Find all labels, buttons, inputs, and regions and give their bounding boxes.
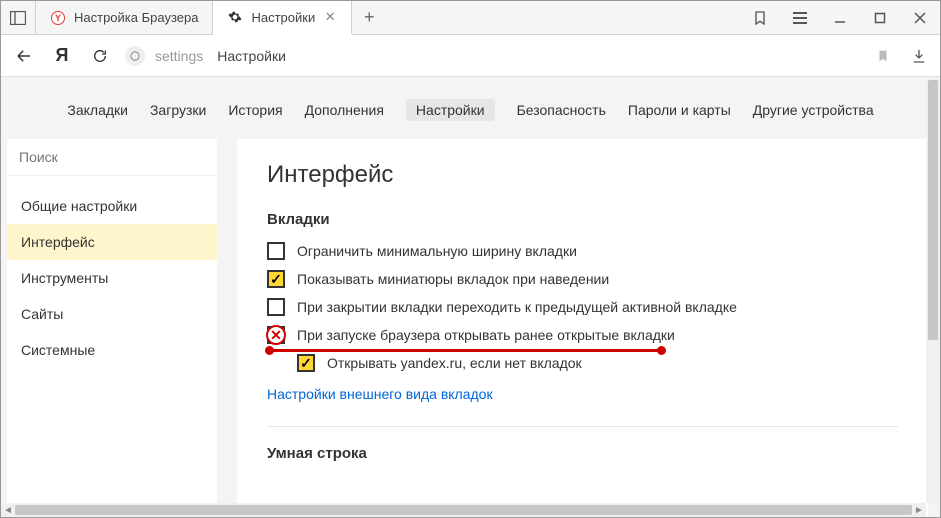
tab-label: Настройки <box>251 10 315 25</box>
maximize-button[interactable] <box>860 1 900 35</box>
menu-icon[interactable] <box>780 1 820 35</box>
sidebar-item-general[interactable]: Общие настройки <box>7 188 217 224</box>
yandex-y-icon: Y <box>50 10 66 26</box>
titlebar: Y Настройка Браузера Настройки ✕ + <box>1 1 940 35</box>
bookmark-bar-icon[interactable] <box>740 1 780 35</box>
scrollbar-thumb[interactable] <box>15 505 912 515</box>
search-input[interactable] <box>19 149 205 165</box>
sidebar-item-interface[interactable]: Интерфейс <box>7 224 217 260</box>
tab-browser-setup[interactable]: Y Настройка Браузера <box>36 1 213 34</box>
settings-sidebar: Общие настройки Интерфейс Инструменты Са… <box>7 139 217 517</box>
close-window-button[interactable] <box>900 1 940 35</box>
svg-text:Y: Y <box>55 13 61 23</box>
checkbox-label: При запуске браузера открывать ранее отк… <box>297 327 675 343</box>
settings-main: Интерфейс Вкладки Ограничить минимальную… <box>237 139 928 517</box>
downloads-icon[interactable] <box>908 45 930 67</box>
annotation-underline <box>267 349 663 352</box>
checkbox-label: Показывать миниатюры вкладок при наведен… <box>297 271 609 287</box>
url-title: Настройки <box>217 48 286 64</box>
checkbox-icon[interactable] <box>267 298 285 316</box>
tab-strip: Y Настройка Браузера Настройки ✕ + <box>36 1 740 34</box>
topnav-passwords[interactable]: Пароли и карты <box>628 99 731 121</box>
site-info-icon[interactable] <box>125 46 145 66</box>
checkbox-icon[interactable] <box>297 354 315 372</box>
topnav-settings[interactable]: Настройки <box>406 99 495 121</box>
checkbox-label: Открывать yandex.ru, если нет вкладок <box>327 355 582 371</box>
sidebar-item-sites[interactable]: Сайты <box>7 296 217 332</box>
checkbox-open-yandex[interactable]: Открывать yandex.ru, если нет вкладок <box>267 354 898 372</box>
yandex-home-icon[interactable]: Я <box>49 43 75 69</box>
page-heading: Интерфейс <box>267 161 898 189</box>
checkbox-goto-prev-tab[interactable]: При закрытии вкладки переходить к предыд… <box>267 298 898 316</box>
sidebar-search[interactable] <box>7 139 217 176</box>
tab-settings[interactable]: Настройки ✕ <box>213 1 352 35</box>
link-tab-appearance[interactable]: Настройки внешнего вида вкладок <box>267 386 898 402</box>
checkbox-icon[interactable]: ✕ <box>267 326 285 344</box>
section-tabs-title: Вкладки <box>267 211 898 228</box>
scroll-right-icon[interactable]: ► <box>912 505 926 516</box>
checkbox-label: При закрытии вкладки переходить к предыд… <box>297 299 737 315</box>
checkbox-restore-tabs[interactable]: ✕ При запуске браузера открывать ранее о… <box>267 326 898 344</box>
content-area: Закладки Загрузки История Дополнения Нас… <box>1 77 940 517</box>
scrollbar-thumb[interactable] <box>928 80 938 340</box>
checkbox-icon[interactable] <box>267 242 285 260</box>
sidebar-item-tools[interactable]: Инструменты <box>7 260 217 296</box>
url-field[interactable]: settings Настройки <box>125 46 860 66</box>
topnav-bookmarks[interactable]: Закладки <box>67 99 128 121</box>
reload-button[interactable] <box>87 43 113 69</box>
topnav-devices[interactable]: Другие устройства <box>753 99 874 121</box>
url-path: settings <box>155 48 203 64</box>
annotation-dot <box>265 346 274 355</box>
address-bar: Я settings Настройки <box>1 35 940 77</box>
annotation-dot <box>657 346 666 355</box>
divider <box>267 426 898 427</box>
new-tab-button[interactable]: + <box>352 1 386 34</box>
horizontal-scrollbar[interactable]: ◄ ► <box>1 503 926 517</box>
bookmark-page-icon[interactable] <box>872 45 894 67</box>
settings-top-nav: Закладки Загрузки История Дополнения Нас… <box>1 77 940 139</box>
topnav-security[interactable]: Безопасность <box>517 99 606 121</box>
section-smartline-title: Умная строка <box>267 445 898 462</box>
sidebar-item-system[interactable]: Системные <box>7 332 217 368</box>
scroll-left-icon[interactable]: ◄ <box>1 505 15 516</box>
sidebar-toggle-icon[interactable] <box>7 7 29 29</box>
checkbox-icon[interactable] <box>267 270 285 288</box>
close-tab-icon[interactable]: ✕ <box>323 10 337 24</box>
annotation-x-icon: ✕ <box>266 325 286 345</box>
topnav-history[interactable]: История <box>228 99 282 121</box>
back-button[interactable] <box>11 43 37 69</box>
checkbox-min-tab-width[interactable]: Ограничить минимальную ширину вкладки <box>267 242 898 260</box>
checkbox-label: Ограничить минимальную ширину вкладки <box>297 243 577 259</box>
topnav-addons[interactable]: Дополнения <box>305 99 384 121</box>
gear-icon <box>227 9 243 25</box>
vertical-scrollbar[interactable] <box>926 78 940 503</box>
minimize-button[interactable] <box>820 1 860 35</box>
tab-label: Настройка Браузера <box>74 10 198 25</box>
checkbox-thumbnails[interactable]: Показывать миниатюры вкладок при наведен… <box>267 270 898 288</box>
topnav-downloads[interactable]: Загрузки <box>150 99 206 121</box>
